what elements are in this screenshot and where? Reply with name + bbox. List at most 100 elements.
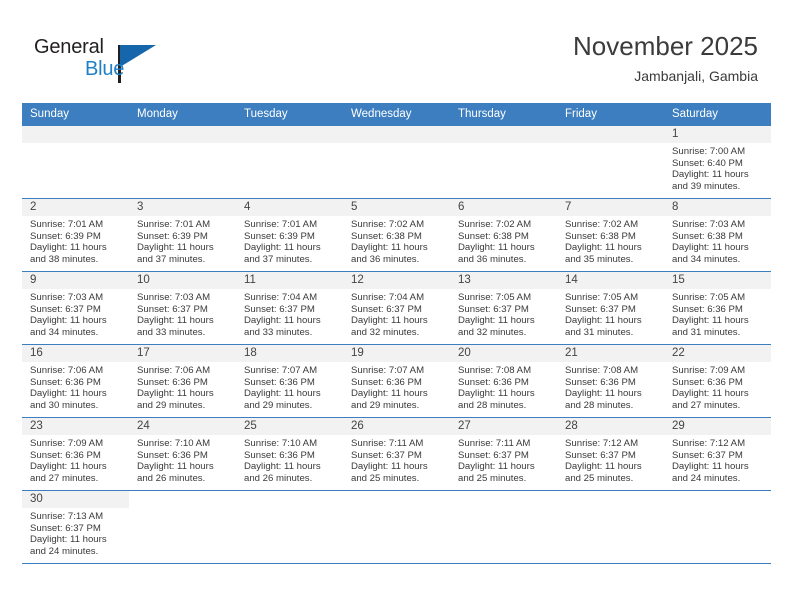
calendar-cell: [236, 126, 343, 199]
day-number: 26: [343, 418, 450, 435]
calendar-cell: 14 Sunrise: 7:05 AM Sunset: 6:37 PM Dayligh…: [557, 271, 664, 345]
calendar-cell: 2 Sunrise: 7:01 AM Sunset: 6:39 PM Daylight…: [22, 198, 129, 272]
sunrise-time: Sunrise: 7:09 AM: [672, 365, 746, 376]
calendar-day-cell[interactable]: 17 Sunrise: 7:06 AM Sunset: 6:36 PM Dayligh…: [129, 345, 236, 417]
calendar-day-cell[interactable]: 20 Sunrise: 7:08 AM Sunset: 6:36 PM Dayligh…: [450, 345, 557, 417]
calendar-day-cell[interactable]: 28 Sunrise: 7:12 AM Sunset: 6:37 PM Dayligh…: [557, 418, 664, 490]
calendar-day-cell[interactable]: 18 Sunrise: 7:07 AM Sunset: 6:36 PM Dayligh…: [236, 345, 343, 417]
day-number: [129, 126, 236, 143]
calendar-day-cell[interactable]: 9 Sunrise: 7:03 AM Sunset: 6:37 PM Daylight…: [22, 272, 129, 344]
sunset-time: Sunset: 6:37 PM: [458, 449, 529, 461]
calendar-day-cell-empty: [664, 491, 771, 563]
calendar-day-cell[interactable]: 3 Sunrise: 7:01 AM Sunset: 6:39 PM Daylight…: [129, 199, 236, 271]
calendar-cell: 12 Sunrise: 7:04 AM Sunset: 6:37 PM Dayligh…: [343, 271, 450, 345]
calendar-day-cell[interactable]: 10 Sunrise: 7:03 AM Sunset: 6:37 PM Dayligh…: [129, 272, 236, 344]
sunrise-time: Sunrise: 7:03 AM: [672, 219, 746, 230]
calendar-day-cell-empty: [450, 126, 557, 198]
sunset-time: Sunset: 6:38 PM: [565, 230, 636, 242]
day-number: [664, 491, 771, 508]
daylight-duration-line1: Daylight: 11 hours: [672, 169, 749, 181]
calendar-day-cell[interactable]: 24 Sunrise: 7:10 AM Sunset: 6:36 PM Dayligh…: [129, 418, 236, 490]
daylight-duration-line1: Daylight: 11 hours: [458, 315, 535, 327]
calendar-cell: 13 Sunrise: 7:05 AM Sunset: 6:37 PM Dayligh…: [450, 271, 557, 345]
calendar-cell: 3 Sunrise: 7:01 AM Sunset: 6:39 PM Daylight…: [129, 198, 236, 272]
sunrise-time: Sunrise: 7:10 AM: [244, 438, 318, 449]
sunset-time: Sunset: 6:37 PM: [244, 303, 315, 315]
calendar-day-cell[interactable]: 15 Sunrise: 7:05 AM Sunset: 6:36 PM Dayligh…: [664, 272, 771, 344]
calendar-day-cell[interactable]: 11 Sunrise: 7:04 AM Sunset: 6:37 PM Dayligh…: [236, 272, 343, 344]
calendar-day-cell[interactable]: 25 Sunrise: 7:10 AM Sunset: 6:36 PM Dayligh…: [236, 418, 343, 490]
daylight-duration-line1: Daylight: 11 hours: [565, 388, 642, 400]
general-blue-logo[interactable]: General Blue: [34, 36, 174, 90]
calendar-day-cell[interactable]: 23 Sunrise: 7:09 AM Sunset: 6:36 PM Dayligh…: [22, 418, 129, 490]
calendar-day-cell[interactable]: 5 Sunrise: 7:02 AM Sunset: 6:38 PM Daylight…: [343, 199, 450, 271]
sunrise-time: Sunrise: 7:02 AM: [565, 219, 639, 230]
daylight-duration-line1: Daylight: 11 hours: [30, 461, 107, 473]
daylight-duration-line2: and 33 minutes.: [244, 326, 313, 338]
logo-text-blue: Blue: [85, 58, 125, 80]
day-number: 16: [22, 345, 129, 362]
calendar-cell: [343, 126, 450, 199]
calendar-day-cell[interactable]: 26 Sunrise: 7:11 AM Sunset: 6:37 PM Dayligh…: [343, 418, 450, 490]
sunrise-time: Sunrise: 7:01 AM: [30, 219, 104, 230]
weekday-header-tuesday: Tuesday: [236, 103, 343, 126]
calendar-day-cell[interactable]: 27 Sunrise: 7:11 AM Sunset: 6:37 PM Dayligh…: [450, 418, 557, 490]
weekday-header-row: Sunday Monday Tuesday Wednesday Thursday…: [22, 103, 771, 126]
calendar-cell: 17 Sunrise: 7:06 AM Sunset: 6:36 PM Dayligh…: [129, 344, 236, 418]
calendar-day-cell[interactable]: 12 Sunrise: 7:04 AM Sunset: 6:37 PM Dayligh…: [343, 272, 450, 344]
calendar-cell: 26 Sunrise: 7:11 AM Sunset: 6:37 PM Dayligh…: [343, 417, 450, 491]
calendar-cell: [450, 490, 557, 564]
sunrise-time: Sunrise: 7:10 AM: [137, 438, 211, 449]
calendar-day-cell[interactable]: 8 Sunrise: 7:03 AM Sunset: 6:38 PM Daylight…: [664, 199, 771, 271]
calendar-day-cell[interactable]: 4 Sunrise: 7:01 AM Sunset: 6:39 PM Daylight…: [236, 199, 343, 271]
day-details: Sunrise: 7:01 AM Sunset: 6:39 PM Daylight:…: [236, 216, 343, 265]
page-title: November 2025: [573, 31, 758, 61]
calendar-cell: 15 Sunrise: 7:05 AM Sunset: 6:36 PM Dayligh…: [664, 271, 771, 345]
daylight-duration-line2: and 33 minutes.: [137, 326, 206, 338]
daylight-duration-line2: and 36 minutes.: [351, 253, 420, 265]
daylight-duration-line1: Daylight: 11 hours: [30, 242, 107, 254]
day-details: Sunrise: 7:01 AM Sunset: 6:39 PM Daylight:…: [129, 216, 236, 265]
calendar-day-cell[interactable]: 21 Sunrise: 7:08 AM Sunset: 6:36 PM Dayligh…: [557, 345, 664, 417]
day-details: Sunrise: 7:03 AM Sunset: 6:38 PM Daylight:…: [664, 216, 771, 265]
daylight-duration-line1: Daylight: 11 hours: [244, 315, 321, 327]
daylight-duration-line1: Daylight: 11 hours: [458, 242, 535, 254]
sunset-time: Sunset: 6:37 PM: [137, 303, 208, 315]
day-details: Sunrise: 7:12 AM Sunset: 6:37 PM Daylight:…: [557, 435, 664, 484]
calendar-day-cell-empty: [343, 126, 450, 198]
calendar-day-cell-empty: [236, 491, 343, 563]
calendar-day-cell[interactable]: 7 Sunrise: 7:02 AM Sunset: 6:38 PM Daylight…: [557, 199, 664, 271]
day-details: Sunrise: 7:09 AM Sunset: 6:36 PM Daylight:…: [22, 435, 129, 484]
daylight-duration-line2: and 37 minutes.: [244, 253, 313, 265]
calendar-cell: [557, 490, 664, 564]
weekday-header-monday: Monday: [129, 103, 236, 126]
calendar-day-cell-empty: [557, 491, 664, 563]
sunset-time: Sunset: 6:36 PM: [672, 376, 743, 388]
calendar-day-cell[interactable]: 22 Sunrise: 7:09 AM Sunset: 6:36 PM Dayligh…: [664, 345, 771, 417]
calendar-day-cell[interactable]: 1 Sunrise: 7:00 AM Sunset: 6:40 PM Daylight…: [664, 126, 771, 198]
calendar-day-cell[interactable]: 13 Sunrise: 7:05 AM Sunset: 6:37 PM Dayligh…: [450, 272, 557, 344]
daylight-duration-line2: and 28 minutes.: [565, 399, 634, 411]
calendar-day-cell[interactable]: 6 Sunrise: 7:02 AM Sunset: 6:38 PM Daylight…: [450, 199, 557, 271]
sunset-time: Sunset: 6:38 PM: [351, 230, 422, 242]
daylight-duration-line2: and 35 minutes.: [565, 253, 634, 265]
daylight-duration-line1: Daylight: 11 hours: [137, 461, 214, 473]
day-details: Sunrise: 7:11 AM Sunset: 6:37 PM Daylight:…: [450, 435, 557, 484]
day-number: 13: [450, 272, 557, 289]
sunset-time: Sunset: 6:37 PM: [672, 449, 743, 461]
calendar-week-row: 16 Sunrise: 7:06 AM Sunset: 6:36 PM Dayligh…: [22, 344, 771, 418]
calendar-day-cell[interactable]: 30 Sunrise: 7:13 AM Sunset: 6:37 PM Dayligh…: [22, 491, 129, 563]
calendar-day-cell[interactable]: 16 Sunrise: 7:06 AM Sunset: 6:36 PM Dayligh…: [22, 345, 129, 417]
weekday-header-thursday: Thursday: [450, 103, 557, 126]
sunset-time: Sunset: 6:36 PM: [351, 376, 422, 388]
calendar-day-cell[interactable]: 29 Sunrise: 7:12 AM Sunset: 6:37 PM Dayligh…: [664, 418, 771, 490]
daylight-duration-line2: and 26 minutes.: [137, 472, 206, 484]
logo-text-general: General: [34, 36, 104, 58]
sunset-time: Sunset: 6:37 PM: [458, 303, 529, 315]
day-number: [236, 491, 343, 508]
calendar-day-cell[interactable]: 2 Sunrise: 7:01 AM Sunset: 6:39 PM Daylight…: [22, 199, 129, 271]
calendar-day-cell[interactable]: 19 Sunrise: 7:07 AM Sunset: 6:36 PM Dayligh…: [343, 345, 450, 417]
daylight-duration-line1: Daylight: 11 hours: [137, 242, 214, 254]
day-number: 15: [664, 272, 771, 289]
calendar-day-cell[interactable]: 14 Sunrise: 7:05 AM Sunset: 6:37 PM Dayligh…: [557, 272, 664, 344]
